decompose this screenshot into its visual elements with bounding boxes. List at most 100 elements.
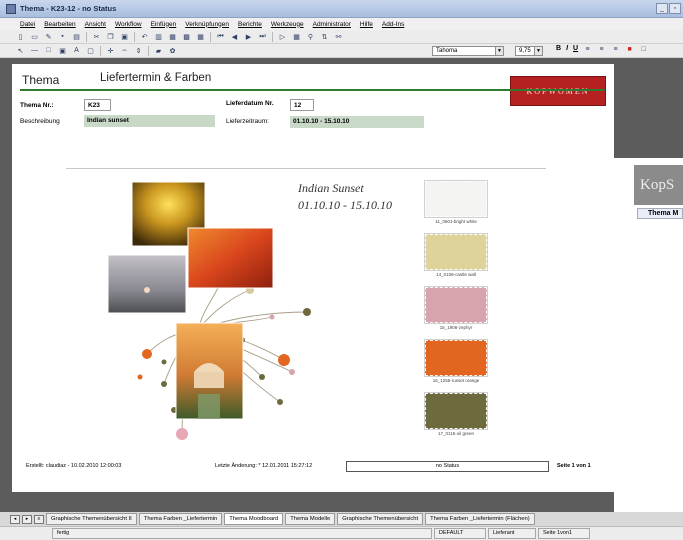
sort-icon[interactable]: ⇅ (320, 32, 329, 41)
frame-icon[interactable]: ▢ (86, 46, 95, 55)
status-page: Seite 1von1 (538, 528, 590, 539)
status-box: no Status (346, 461, 549, 472)
paste-icon[interactable]: ▣ (120, 32, 129, 41)
cut-icon[interactable]: ✂ (92, 32, 101, 41)
tab-thema-moodboard[interactable]: Thema Moodboard (224, 513, 284, 525)
tab-thema-modelle[interactable]: Thema Modelle (285, 513, 336, 525)
tab-graphische-themenuebersicht-ii[interactable]: Graphische Themenübersicht II (46, 513, 137, 525)
color-icon[interactable]: ■ (625, 45, 634, 54)
chart-icon[interactable]: ▥ (154, 32, 163, 41)
page-subtitle: Liefertermin & Farben (100, 72, 212, 84)
color-swatch (424, 180, 488, 218)
moodboard-title: Indian Sunset (298, 181, 364, 195)
delivery-period-field[interactable]: 01.10.10 - 15.10.10 (290, 116, 424, 128)
toolbar-separator (148, 45, 149, 56)
font-name-select[interactable]: Tahoma ▼ (432, 46, 504, 56)
description-label: Beschreibung (20, 118, 60, 125)
previous-record-icon[interactable]: ◀ (230, 32, 239, 41)
play-icon[interactable]: ▷ (278, 32, 287, 41)
menu-add-ins[interactable]: Add-Ins (382, 21, 404, 28)
menu-ansicht[interactable]: Ansicht (85, 21, 106, 28)
align-center-icon[interactable]: ≡ (597, 45, 606, 54)
undo-icon[interactable]: ↶ (140, 32, 149, 41)
text-icon[interactable]: A (72, 46, 81, 55)
copy-icon[interactable]: ❐ (106, 32, 115, 41)
pointer-icon[interactable]: ↖ (16, 46, 25, 55)
binoculars-icon[interactable]: ⚲ (306, 32, 315, 41)
swatch-label: 11_0601-bright white (435, 219, 477, 224)
menu-bar: Datei Bearbeiten Ansicht Workflow Einfüg… (0, 18, 683, 30)
first-record-icon[interactable]: ⏮ (216, 32, 225, 41)
background-tab[interactable]: Thema M (637, 208, 683, 219)
distribute-icon[interactable]: ⇔ (120, 46, 129, 55)
delivery-period-label: Lieferzeitraum: (226, 118, 269, 125)
window-controls: _ ▫ (656, 3, 681, 14)
description-field[interactable]: Indian sunset (84, 115, 215, 127)
menu-datei[interactable]: Datei (20, 21, 35, 28)
status-bar: fertig DEFAULT Lieferant Seite 1von1 (0, 526, 683, 540)
border-icon[interactable]: □ (639, 45, 648, 54)
theme-nr-field[interactable]: K23 (84, 99, 111, 111)
line-icon[interactable]: — (30, 46, 39, 55)
move-icon[interactable]: ⇕ (134, 46, 143, 55)
window-title: Thema - K23-12 - no Status (20, 4, 117, 13)
header-divider (20, 89, 605, 91)
align-right-icon[interactable]: ≡ (611, 45, 620, 54)
table-icon[interactable]: ▦ (196, 32, 205, 41)
tab-nav-icon[interactable]: ▸ (22, 514, 32, 524)
brand-logo: KopWomen (510, 76, 606, 106)
report-page: Thema Liefertermin & Farben KopWomen The… (12, 64, 614, 492)
chevron-down-icon[interactable]: ▼ (534, 47, 542, 55)
fill-icon[interactable]: ▰ (154, 46, 163, 55)
swatch-label: 17_0115-oil green (438, 431, 474, 436)
paint-icon[interactable]: ✿ (168, 46, 177, 55)
next-record-icon[interactable]: ▶ (244, 32, 253, 41)
status-ready: fertig (52, 528, 432, 539)
menu-berichte[interactable]: Berichte (238, 21, 262, 28)
minimize-button[interactable]: _ (656, 3, 668, 14)
align-icon[interactable]: ✛ (106, 46, 115, 55)
save-icon[interactable]: ▪ (58, 32, 67, 41)
first-tab-icon[interactable]: ◂ (10, 514, 20, 524)
rectangle-icon[interactable]: □ (44, 46, 53, 55)
link-icon[interactable]: ⚯ (334, 32, 343, 41)
underline-button[interactable]: U (573, 45, 578, 54)
menu-workflow[interactable]: Workflow (115, 21, 142, 28)
page-info: Seite 1 von 1 (557, 463, 591, 469)
print-icon[interactable]: ▤ (72, 32, 81, 41)
grid-icon[interactable]: ▦ (292, 32, 301, 41)
new-document-icon[interactable]: ▯ (16, 32, 25, 41)
toolbar-separator (272, 31, 273, 42)
taj-base (194, 372, 224, 388)
swatch-label: 15_1906-zephyr (439, 325, 473, 330)
tab-list-icon[interactable]: ≡ (34, 514, 44, 524)
font-size-select[interactable]: 9,75 ▼ (515, 46, 543, 56)
open-folder-icon[interactable]: ▭ (30, 32, 39, 41)
font-size-value: 9,75 (519, 48, 531, 54)
tab-thema-farben-liefertermin-flaechen[interactable]: Thema Farben _Liefertermin (Flächen) (425, 513, 535, 525)
edit-icon[interactable]: ✎ (44, 32, 53, 41)
image-icon[interactable]: ▩ (182, 32, 191, 41)
chart-icon-2[interactable]: ▦ (168, 32, 177, 41)
tab-graphische-themenuebersicht[interactable]: Graphische Themenübersicht (337, 513, 424, 525)
italic-button[interactable]: I (566, 45, 568, 54)
menu-einfuegen[interactable]: Einfügen (151, 21, 177, 28)
last-record-icon[interactable]: ⏭ (258, 32, 267, 41)
menu-administrator[interactable]: Administrator (313, 21, 351, 28)
menu-verknuepfungen[interactable]: Verknüpfungen (185, 21, 229, 28)
maximize-button[interactable]: ▫ (669, 3, 681, 14)
format-buttons: B I U ≡ ≡ ≡ ■ □ (556, 45, 648, 54)
created-info: Erstellt: claudiaz - 10.02.2010 12:00:03 (26, 463, 122, 469)
picture-icon[interactable]: ▣ (58, 46, 67, 55)
menu-werkzeuge[interactable]: Werkzeuge (271, 21, 304, 28)
align-left-icon[interactable]: ≡ (583, 45, 592, 54)
chevron-down-icon[interactable]: ▼ (495, 47, 503, 55)
delivery-nr-field[interactable]: 12 (290, 99, 314, 111)
tab-thema-farben-liefertermin[interactable]: Thema Farben _Liefertermin (138, 513, 223, 525)
menu-hilfe[interactable]: Hilfe (360, 21, 373, 28)
delivery-nr-label: Lieferdatum Nr. (226, 100, 274, 107)
bold-button[interactable]: B (556, 45, 561, 54)
toolbar-separator (100, 45, 101, 56)
background-brand-logo: KopS (634, 165, 683, 205)
menu-bearbeiten[interactable]: Bearbeiten (44, 21, 75, 28)
